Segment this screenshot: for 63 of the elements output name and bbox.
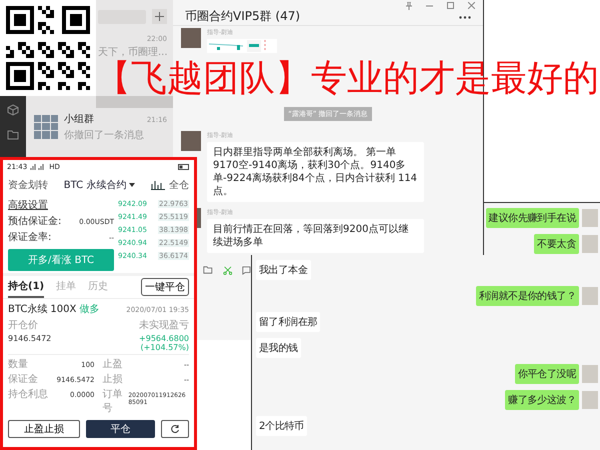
message-bubble: 你平仓了没呢	[514, 364, 579, 384]
group-avatar-icon	[34, 114, 58, 138]
folder-icon[interactable]	[7, 130, 19, 140]
position-side: 做多	[79, 303, 100, 316]
message-bubble: 利润就不是你的钱了？	[476, 286, 579, 306]
cube-icon[interactable]	[7, 104, 19, 116]
add-button[interactable]	[152, 9, 167, 24]
avatar-placeholder	[181, 28, 201, 48]
message-bubble: 2个比特币	[256, 416, 307, 436]
message-bubble: 是我的钱	[256, 338, 301, 358]
contract-selector[interactable]: BTC 永续合约	[52, 178, 147, 192]
pnl-value: +9564.6800	[139, 334, 189, 343]
settings-link[interactable]: 高级设置	[8, 198, 114, 212]
leverage-label: 100X	[50, 304, 76, 315]
maximize-icon[interactable]	[447, 2, 454, 9]
detail-label: 订单号	[102, 388, 124, 415]
folder-icon[interactable]	[203, 265, 213, 275]
message-bubble: 赚了多少这波？	[505, 390, 579, 410]
refresh-button[interactable]	[161, 420, 189, 438]
entry-price: 9146.5472	[8, 334, 52, 343]
detail-label: 保证金	[8, 373, 38, 386]
more-icon[interactable]	[459, 16, 471, 19]
take-profit-stop-loss-button[interactable]: 止盈止损	[8, 420, 80, 438]
refresh-icon	[170, 424, 180, 434]
chat-title: 币圈合约VIP5群 (47)	[185, 8, 300, 25]
bar-chart-icon[interactable]	[151, 180, 165, 190]
entry-price-label: 开仓价	[8, 319, 38, 332]
close-position-button[interactable]: 平仓	[86, 420, 155, 438]
scissors-icon[interactable]	[222, 265, 232, 276]
field-label: 预估保证金:	[8, 215, 62, 228]
message-bubble: 不要太贪	[534, 234, 579, 254]
message-bubble: 我出了本金	[256, 260, 311, 280]
margin-mode[interactable]: 全仓	[169, 178, 189, 192]
pnl-percent: (+104.57%)	[140, 343, 189, 352]
battery-icon	[178, 164, 190, 170]
message-preview: 你撤回了一条消息	[64, 128, 145, 142]
message-preview: 天下，币圈理...	[98, 46, 167, 59]
chat-name: 小组群	[64, 112, 94, 126]
close-all-button[interactable]: 一键平仓	[141, 278, 189, 296]
avatar-placeholder	[582, 365, 598, 383]
pnl-label: 未实现盈亏	[139, 318, 189, 332]
avatar-placeholder	[582, 235, 598, 253]
detail-label: 止损	[102, 372, 122, 386]
signal-icon	[30, 164, 46, 170]
message-bubble: 目前行情正在回落，等回落到9200点可以继续进场多单	[207, 219, 424, 253]
avatar-placeholder	[582, 287, 598, 305]
field-label: 保证金率:	[8, 230, 52, 244]
message-bubble: 建议你先赚到手在说	[486, 208, 579, 228]
position-symbol: BTC永续	[8, 302, 48, 316]
message-bubble: 日内群里指导两单全部获利离场。 第一单9170空-9140离场，获利30个点。9140多单-9224离场获利84个点，日内合计获利 114点。	[207, 142, 424, 202]
avatar-placeholder	[582, 391, 598, 409]
detail-label: 止盈	[102, 358, 122, 371]
avatar-placeholder	[582, 209, 598, 227]
avatar-placeholder	[181, 131, 201, 151]
pin-icon[interactable]	[406, 2, 412, 10]
caret-icon	[129, 183, 136, 187]
close-icon[interactable]	[468, 2, 475, 9]
tab[interactable]: 持仓(1)	[8, 276, 44, 298]
detail-label: 持仓利息	[8, 388, 48, 401]
chat-icon[interactable]	[242, 265, 251, 276]
message-bubble: 留了利润在那	[256, 312, 320, 332]
transfer-link[interactable]: 资金划转	[8, 178, 48, 192]
detail-label: 数量	[8, 358, 28, 371]
